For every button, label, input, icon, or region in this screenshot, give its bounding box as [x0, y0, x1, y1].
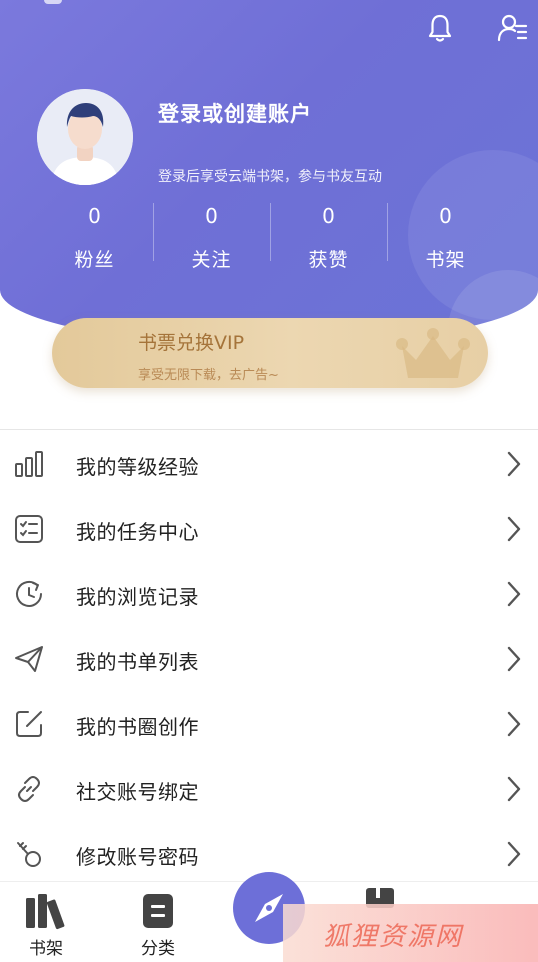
- task-list-icon: [15, 515, 43, 543]
- menu-item-label: 我的任务中心: [76, 520, 199, 544]
- menu-item-social-binding[interactable]: 社交账号绑定: [0, 757, 538, 822]
- stat-label: 粉丝: [74, 249, 115, 271]
- stat-following[interactable]: 0 关注: [153, 203, 270, 283]
- chevron-right-icon: [507, 711, 521, 737]
- menu-item-tasks[interactable]: 我的任务中心: [0, 497, 538, 562]
- link-icon: [18, 776, 40, 802]
- crown-icon: [396, 328, 470, 378]
- nav-label: 分类: [141, 939, 175, 959]
- menu-list: 我的等级经验 我的任务中心 我的浏览记录 我的书单列表 我的书圈创作 社交账号绑…: [0, 432, 538, 887]
- menu-item-label: 社交账号绑定: [76, 780, 199, 804]
- chevron-right-icon: [507, 776, 521, 802]
- stat-label: 关注: [191, 249, 232, 271]
- vip-title: 书票兑换VIP: [138, 332, 245, 354]
- stat-value: 0: [439, 204, 452, 228]
- stat-likes[interactable]: 0 获赞: [270, 203, 387, 283]
- menu-item-level[interactable]: 我的等级经验: [0, 432, 538, 497]
- key-icon: [17, 842, 41, 867]
- section-divider: [0, 429, 538, 430]
- chevron-right-icon: [507, 646, 521, 672]
- chevron-right-icon: [507, 841, 521, 867]
- menu-item-label: 我的书单列表: [76, 650, 199, 674]
- menu-item-creation[interactable]: 我的书圈创作: [0, 692, 538, 757]
- menu-item-label: 我的浏览记录: [76, 585, 199, 609]
- bookshelf-icon: [26, 894, 65, 930]
- profile-header: 登录或创建账户 登录后享受云端书架，参与书友互动 0 粉丝 0 关注 0 获赞 …: [0, 0, 538, 345]
- watermark-text: 狐狸资源网: [323, 922, 464, 952]
- nav-item-bookshelf[interactable]: 书架: [6, 882, 86, 962]
- user-menu-icon[interactable]: [497, 12, 529, 44]
- bell-icon[interactable]: [424, 12, 456, 44]
- stat-bookshelf[interactable]: 0 书架: [387, 203, 504, 283]
- stat-label: 获赞: [308, 249, 349, 271]
- default-avatar-icon: [37, 89, 133, 185]
- status-indicator: [44, 0, 62, 4]
- menu-item-history[interactable]: 我的浏览记录: [0, 562, 538, 627]
- menu-item-label: 我的等级经验: [76, 455, 199, 479]
- vip-subtitle: 享受无限下载，去广告~: [138, 368, 279, 383]
- stat-value: 0: [205, 204, 218, 228]
- stat-value: 0: [322, 204, 335, 228]
- chevron-right-icon: [507, 451, 521, 477]
- chevron-right-icon: [507, 581, 521, 607]
- edit-note-icon: [16, 711, 42, 737]
- nav-item-category[interactable]: 分类: [118, 882, 198, 962]
- watermark: 狐狸资源网: [283, 904, 538, 962]
- login-title[interactable]: 登录或创建账户: [158, 98, 312, 128]
- menu-item-label: 我的书圈创作: [76, 715, 199, 739]
- avatar[interactable]: [37, 89, 133, 185]
- stat-value: 0: [88, 204, 101, 228]
- stat-fans[interactable]: 0 粉丝: [36, 203, 153, 283]
- nav-label: 书架: [29, 939, 63, 959]
- paper-plane-icon: [15, 646, 43, 672]
- chevron-right-icon: [507, 516, 521, 542]
- login-subtitle: 登录后享受云端书架，参与书友互动: [158, 169, 382, 185]
- history-clock-icon: [16, 580, 42, 607]
- menu-item-label: 修改账号密码: [76, 845, 199, 869]
- category-icon: [143, 894, 173, 928]
- menu-item-booklist[interactable]: 我的书单列表: [0, 627, 538, 692]
- stat-label: 书架: [425, 249, 466, 271]
- stats-row: 0 粉丝 0 关注 0 获赞 0 书架: [36, 203, 504, 283]
- level-bars-icon: [15, 451, 43, 477]
- profile-page: 登录或创建账户 登录后享受云端书架，参与书友互动 0 粉丝 0 关注 0 获赞 …: [0, 0, 538, 962]
- vip-exchange-banner[interactable]: 书票兑换VIP 享受无限下载，去广告~: [52, 318, 488, 388]
